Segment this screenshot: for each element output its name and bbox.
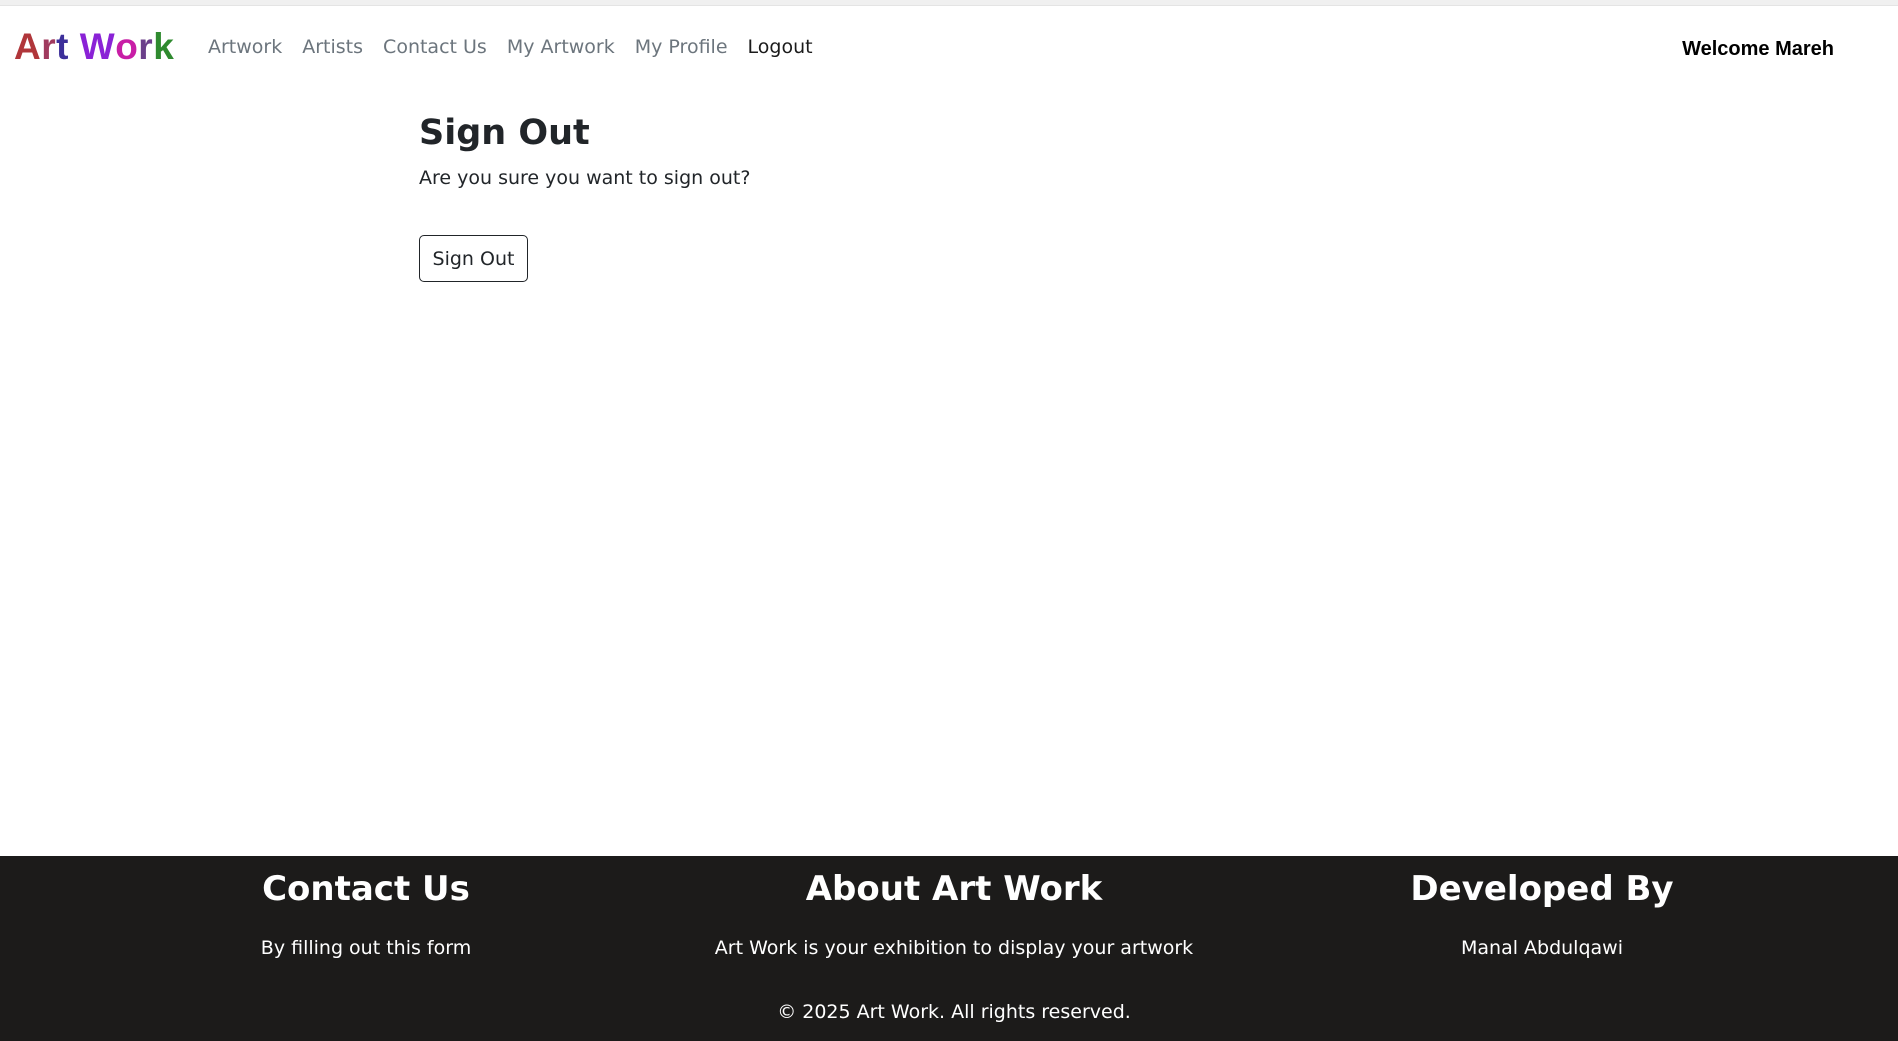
footer-contact-column: Contact Us By filling out this form xyxy=(86,866,646,960)
footer-contact-text: By filling out this form xyxy=(260,936,472,959)
nav-link-artwork[interactable]: Artwork xyxy=(208,36,282,59)
nav-link-logout[interactable]: Logout xyxy=(748,36,813,59)
sign-out-button[interactable]: Sign Out xyxy=(419,235,528,282)
nav-link-contact-us[interactable]: Contact Us xyxy=(383,36,487,59)
footer-copyright: © 2025 Art Work. All rights reserved. xyxy=(777,1001,1131,1023)
footer-about-heading: About Art Work xyxy=(805,869,1103,909)
footer-developer-text: Manal Abdulqawi xyxy=(1460,936,1623,959)
brand-letter: r xyxy=(41,26,57,67)
nav-link-artists[interactable]: Artists xyxy=(302,36,363,59)
brand-letter: A xyxy=(14,26,42,67)
nav-link-my-artwork[interactable]: My Artwork xyxy=(507,36,615,59)
page: Art Work Artwork Artists Contact Us My A… xyxy=(0,0,1898,1041)
page-title: Sign Out xyxy=(419,113,590,153)
brand-letter: W xyxy=(79,26,116,67)
footer-developer-heading: Developed By xyxy=(1410,869,1674,909)
nav-links: Artwork Artists Contact Us My Artwork My… xyxy=(208,36,833,59)
footer: Contact Us By filling out this form Abou… xyxy=(0,856,1898,1041)
main-content: Sign Out Are you sure you want to sign o… xyxy=(419,112,1479,282)
brand-letter: t xyxy=(56,26,69,67)
brand-letter: r xyxy=(138,26,154,67)
brand-letter: k xyxy=(153,26,175,67)
brand-letter xyxy=(69,28,80,65)
footer-contact-heading: Contact Us xyxy=(262,869,470,909)
navbar: Art Work Artwork Artists Contact Us My A… xyxy=(0,6,1898,90)
nav-link-my-profile[interactable]: My Profile xyxy=(635,36,728,59)
footer-about-column: About Art Work Art Work is your exhibiti… xyxy=(674,866,1234,960)
footer-developer-column: Developed By Manal Abdulqawi xyxy=(1262,866,1822,960)
welcome-message: Welcome Mareh xyxy=(1682,38,1834,60)
brand-letter: o xyxy=(115,26,139,67)
footer-about-text: Art Work is your exhibition to display y… xyxy=(714,936,1194,959)
confirm-message: Are you sure you want to sign out? xyxy=(419,167,751,189)
brand-logo[interactable]: Art Work xyxy=(14,28,174,65)
